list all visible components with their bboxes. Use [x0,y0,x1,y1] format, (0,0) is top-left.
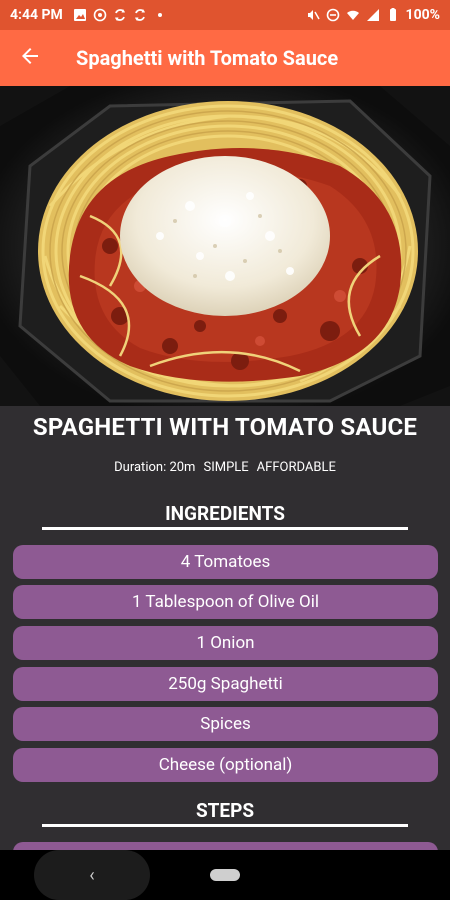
arrow-back-icon [18,44,42,72]
ingredients-heading: INGREDIENTS [165,502,285,525]
status-bar: 4:44 PM 100% [0,0,450,30]
system-nav-bar: ‹ [0,850,450,900]
steps-divider [42,824,408,827]
cast-icon [93,8,107,22]
ingredient-item: Cheese (optional) [13,748,438,782]
app-bar: Spaghetti with Tomato Sauce [0,30,450,86]
recipe-title: SPAGHETTI WITH TOMATO SAUCE [32,413,418,441]
image-icon [73,8,87,22]
sync-icon [133,8,147,22]
status-time: 4:44 PM [10,7,63,23]
battery-percentage: 100% [405,7,440,23]
dot-icon [153,8,167,22]
dnd-icon [326,8,340,22]
nav-home-pill[interactable] [210,869,240,881]
recipe-affordability: AFFORDABLE [256,460,336,475]
steps-heading: STEPS [195,799,255,822]
recipe-complexity: SIMPLE [203,460,249,475]
recipe-duration: Duration: 20m [114,460,196,475]
sync-icon [113,8,127,22]
chevron-left-icon: ‹ [89,864,95,886]
ingredient-item: 4 Tomatoes [13,545,438,579]
wifi-icon [346,8,360,22]
ingredient-item: 1 Tablespoon of Olive Oil [13,585,438,619]
nav-back-button[interactable]: ‹ [34,850,150,900]
recipe-meta: Duration: 20m SIMPLE AFFORDABLE [0,460,450,475]
ingredient-item: Spices [13,707,438,741]
back-button[interactable] [0,30,60,86]
signal-icon [366,8,380,22]
mute-icon [306,8,320,22]
ingredients-divider [42,527,408,530]
recipe-image [0,86,450,406]
ingredient-item: 1 Onion [13,626,438,660]
ingredient-item: 250g Spaghetti [13,667,438,701]
app-bar-title: Spaghetti with Tomato Sauce [76,46,339,70]
battery-icon [386,8,400,22]
